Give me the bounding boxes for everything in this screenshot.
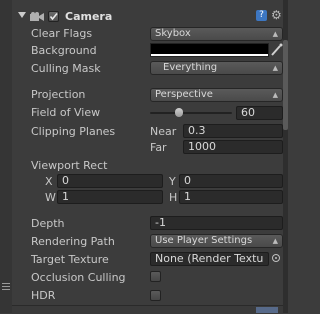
viewport-w-value: 1 [62,190,69,203]
viewport-h-label: H [169,191,178,204]
occlusion-culling-label: Occlusion Culling [31,271,126,284]
depth-value: -1 [155,216,166,229]
viewport-y-value: 0 [184,174,191,187]
next-component-icons [256,307,278,313]
component-title: Camera [65,10,113,23]
clear-flags-value: Skybox [155,28,191,39]
dropdown-arrow-icon: ▲ [272,64,278,72]
culling-mask-dropdown[interactable]: Everything ▲ [150,61,283,75]
scrollbar-track[interactable] [283,0,288,313]
fov-value-field[interactable]: 60 [236,106,283,120]
viewport-h-value: 1 [184,190,191,203]
fov-slider[interactable] [150,106,232,120]
dropdown-arrow-icon: ▲ [272,237,278,245]
object-picker-icon[interactable] [272,254,280,262]
clear-flags-label: Clear Flags [31,27,93,40]
viewport-x-value: 0 [62,174,69,187]
near-field[interactable]: 0.3 [183,124,283,138]
gutter-menu-icon[interactable] [2,282,10,290]
viewport-x-label: X [45,175,53,188]
far-field[interactable]: 1000 [183,140,283,154]
projection-dropdown[interactable]: Perspective ▲ [150,88,283,102]
clipping-planes-label: Clipping Planes [31,125,116,138]
culling-mask-label: Culling Mask [31,62,101,75]
component-header[interactable]: Camera ? ⚙ [12,8,283,25]
target-texture-value: None (Render Textu [155,252,264,265]
far-value: 1000 [188,140,216,153]
rendering-path-label: Rendering Path [31,235,115,248]
far-label: Far [150,141,167,154]
target-texture-field[interactable]: None (Render Textu [150,252,269,266]
fov-slider-thumb[interactable] [175,108,183,117]
dropdown-arrow-icon: ▲ [272,91,278,99]
viewport-y-label: Y [169,175,176,188]
rendering-path-value: Use Player Settings [155,235,253,246]
fold-arrow-icon[interactable] [18,12,26,18]
viewport-h-field[interactable]: 1 [179,190,283,204]
projection-value: Perspective [155,89,213,100]
viewport-y-field[interactable]: 0 [179,174,283,188]
enabled-checkbox[interactable] [48,11,59,22]
rendering-path-dropdown[interactable]: Use Player Settings ▲ [150,234,283,248]
clear-flags-dropdown[interactable]: Skybox ▲ [150,27,283,41]
dropdown-arrow-icon: ▲ [272,30,278,38]
gear-icon[interactable]: ⚙ [271,8,282,22]
near-value: 0.3 [188,124,206,137]
hdr-checkbox[interactable] [150,290,161,301]
left-gutter [0,0,12,313]
viewport-rect-label: Viewport Rect [31,159,108,172]
target-texture-label: Target Texture [31,253,109,266]
field-of-view-label: Field of View [31,106,101,119]
occlusion-culling-checkbox[interactable] [150,271,161,282]
color-picker-icon[interactable] [270,43,283,60]
help-icon[interactable]: ? [256,10,267,21]
viewport-w-field[interactable]: 1 [57,190,163,204]
depth-label: Depth [31,217,65,230]
culling-mask-value: Everything [163,62,218,73]
background-label: Background [31,44,97,57]
fov-value: 60 [241,106,255,119]
background-color-swatch[interactable] [150,43,269,57]
projection-label: Projection [31,88,86,101]
depth-field[interactable]: -1 [150,216,283,230]
viewport-x-field[interactable]: 0 [57,174,163,188]
viewport-w-label: W [45,191,56,204]
fov-slider-track[interactable] [150,112,232,114]
camera-component-icon [30,12,44,25]
scrollbar-thumb[interactable] [283,40,288,130]
near-label: Near [150,125,177,138]
hdr-label: HDR [31,289,56,302]
